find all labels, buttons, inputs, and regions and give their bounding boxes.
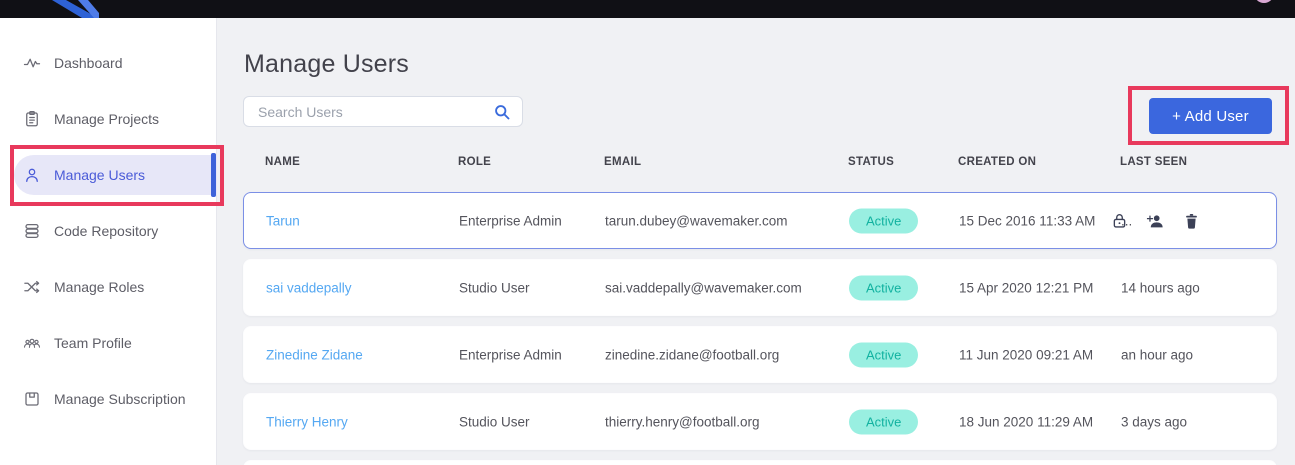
user-name-link[interactable]: Zinedine Zidane	[266, 347, 363, 362]
team-icon	[23, 334, 41, 352]
user-table: Tarun Enterprise Admin tarun.dubey@wavem…	[243, 192, 1277, 465]
user-role: Enterprise Admin	[459, 213, 562, 228]
user-email: sai.vaddepally@wavemaker.com	[605, 280, 802, 295]
table-row[interactable]: Tarun Enterprise Admin tarun.dubey@wavem…	[243, 192, 1277, 249]
sidebar: Dashboard Manage Projects Manage Users C…	[0, 18, 217, 465]
sidebar-item-dashboard[interactable]: Dashboard	[14, 43, 217, 83]
table-row-partial[interactable]	[243, 460, 1277, 465]
users-icon	[23, 166, 41, 184]
sidebar-item-label: Manage Users	[54, 167, 145, 183]
add-user-icon[interactable]	[1146, 211, 1165, 230]
search-box	[243, 96, 523, 127]
search-icon[interactable]	[492, 102, 512, 122]
table-row[interactable]: sai vaddepally Studio User sai.vaddepall…	[243, 259, 1277, 316]
search-input[interactable]	[244, 97, 492, 126]
user-created-on: 15 Apr 2020 12:21 PM	[959, 280, 1093, 295]
repository-icon	[23, 222, 41, 240]
sidebar-item-label: Manage Roles	[54, 279, 144, 295]
user-name-link[interactable]: Tarun	[266, 213, 300, 228]
roles-icon	[23, 278, 41, 296]
sidebar-item-label: Manage Subscription	[54, 391, 186, 407]
sidebar-item-code-repository[interactable]: Code Repository	[14, 211, 217, 251]
sidebar-item-label: Dashboard	[54, 55, 123, 71]
subscription-icon	[23, 390, 41, 408]
topbar	[0, 0, 1295, 18]
sidebar-item-manage-roles[interactable]: Manage Roles	[14, 267, 217, 307]
user-email: thierry.henry@football.org	[605, 414, 760, 429]
user-role: Enterprise Admin	[459, 347, 562, 362]
column-header-name: NAME	[265, 156, 300, 168]
user-email: zinedine.zidane@football.org	[605, 347, 779, 362]
sidebar-item-label: Manage Projects	[54, 111, 159, 127]
sidebar-item-manage-users[interactable]: Manage Users	[14, 155, 217, 195]
page-title: Manage Users	[244, 50, 409, 79]
column-header-last-seen: LAST SEEN	[1120, 156, 1187, 168]
status-badge: Active	[849, 409, 918, 434]
table-row[interactable]: Thierry Henry Studio User thierry.henry@…	[243, 393, 1277, 450]
user-last-seen: 14 hours ago	[1121, 280, 1200, 295]
user-avatar[interactable]	[1254, 0, 1274, 3]
user-created-on: 18 Jun 2020 11:29 AM	[959, 414, 1093, 429]
status-badge: Active	[849, 208, 918, 233]
status-badge: Active	[849, 342, 918, 367]
user-role: Studio User	[459, 280, 530, 295]
user-created-on: 11 Jun 2020 09:21 AM	[959, 347, 1093, 362]
column-header-role: ROLE	[458, 156, 491, 168]
sidebar-item-manage-subscription[interactable]: Manage Subscription	[14, 379, 217, 419]
delete-icon[interactable]	[1182, 211, 1201, 230]
sidebar-item-label: Team Profile	[54, 335, 132, 351]
sidebar-item-label: Code Repository	[54, 223, 158, 239]
user-name-link[interactable]: Thierry Henry	[266, 414, 348, 429]
user-last-seen: 3 days ago	[1121, 414, 1187, 429]
column-header-email: EMAIL	[604, 156, 641, 168]
lock-icon[interactable]	[1110, 211, 1129, 230]
row-actions	[1110, 211, 1201, 230]
table-row[interactable]: Zinedine Zidane Enterprise Admin zinedin…	[243, 326, 1277, 383]
projects-icon	[23, 110, 41, 128]
user-name-link[interactable]: sai vaddepally	[266, 280, 352, 295]
add-user-button[interactable]: + Add User	[1149, 98, 1272, 134]
user-created-on: 15 Dec 2016 11:33 AM	[959, 213, 1095, 228]
user-last-seen: an hour ago	[1121, 347, 1193, 362]
dashboard-icon	[23, 54, 41, 72]
table-header: NAME ROLE EMAIL STATUS CREATED ON LAST S…	[243, 156, 1277, 174]
column-header-created-on: CREATED ON	[958, 156, 1036, 168]
sidebar-item-manage-projects[interactable]: Manage Projects	[14, 99, 217, 139]
user-role: Studio User	[459, 414, 530, 429]
wavemaker-logo	[52, 0, 104, 18]
column-header-status: STATUS	[848, 156, 894, 168]
sidebar-item-team-profile[interactable]: Team Profile	[14, 323, 217, 363]
status-badge: Active	[849, 275, 918, 300]
sidebar-nav: Dashboard Manage Projects Manage Users C…	[0, 43, 217, 435]
user-email: tarun.dubey@wavemaker.com	[605, 213, 788, 228]
